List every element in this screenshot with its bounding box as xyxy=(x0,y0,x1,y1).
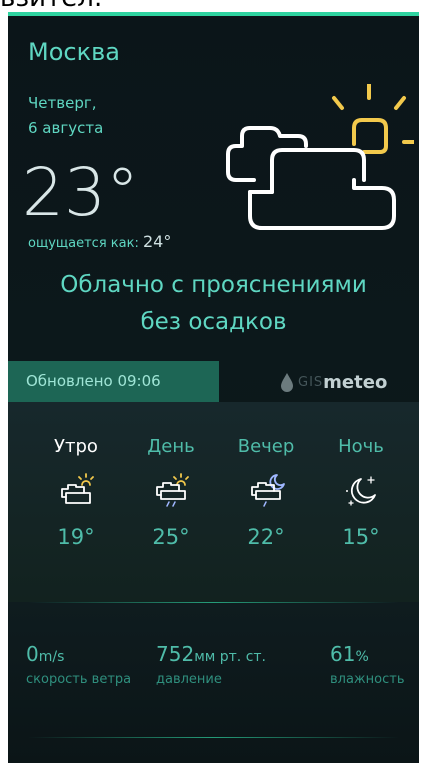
forecast-morning[interactable]: Утро 19° xyxy=(26,436,126,549)
wind-unit: m/s xyxy=(38,649,65,665)
date: 6 августа xyxy=(28,119,104,137)
logo-name: meteo xyxy=(323,371,388,393)
updated-button[interactable]: Обновлено 09:06 xyxy=(8,361,219,402)
period-temp: 15° xyxy=(342,525,380,549)
period-name: Ночь xyxy=(338,436,384,457)
current-temperature: 23° xyxy=(22,154,139,231)
partly-cloudy-icon xyxy=(61,473,94,504)
period-temp: 19° xyxy=(57,525,95,549)
pressure-unit: мм рт. ст. xyxy=(194,649,267,665)
period-temp: 22° xyxy=(247,525,285,549)
divider xyxy=(28,602,399,603)
feels-like-value: 24° xyxy=(142,232,172,251)
humidity-label: влажность xyxy=(330,672,405,687)
divider xyxy=(28,737,399,738)
city-name[interactable]: Москва xyxy=(28,38,120,66)
period-name: Вечер xyxy=(237,436,295,457)
feels-like-label: ощущается как: xyxy=(28,236,139,251)
water-drop-icon xyxy=(281,373,293,392)
humidity-value: 61 xyxy=(330,642,356,666)
forecast-evening[interactable]: Вечер 22° xyxy=(216,436,316,549)
pressure-label: давление xyxy=(156,672,222,687)
partly-cloudy-large-icon xyxy=(226,84,414,230)
forecast-day[interactable]: День 25° xyxy=(121,436,221,549)
pressure-stat: 752мм рт. ст. давление xyxy=(156,642,266,687)
logo-prefix: GIS xyxy=(298,374,324,390)
humidity-unit: % xyxy=(355,649,369,665)
weather-app: Москва Четверг, 6 августа 23° ощущается … xyxy=(8,12,419,763)
condition-line-2: без осадков xyxy=(140,309,287,335)
condition-line-1: Облачно с прояснениями xyxy=(60,272,367,298)
sun-cloud-rain-icon xyxy=(156,473,189,507)
period-name: День xyxy=(147,436,195,457)
forecast-night[interactable]: Ночь 15° xyxy=(311,436,411,549)
moon-stars-icon xyxy=(346,476,376,506)
gismeteo-logo[interactable]: GIS meteo xyxy=(280,370,387,394)
period-temp: 25° xyxy=(152,525,190,549)
weekday: Четверг, xyxy=(28,94,97,112)
humidity-stat: 61% влажность xyxy=(330,642,404,687)
feels-like: ощущается как: 24° xyxy=(28,232,171,251)
cropped-top-text: ьзител: xyxy=(0,0,220,12)
period-name: Утро xyxy=(54,436,98,457)
wind-stat: 0m/s скорость ветра xyxy=(26,642,131,687)
moon-cloud-rain-icon xyxy=(251,474,285,507)
wind-value: 0 xyxy=(26,642,39,666)
accent-bar xyxy=(8,12,419,16)
pressure-value: 752 xyxy=(156,642,195,666)
wind-label: скорость ветра xyxy=(26,672,132,687)
